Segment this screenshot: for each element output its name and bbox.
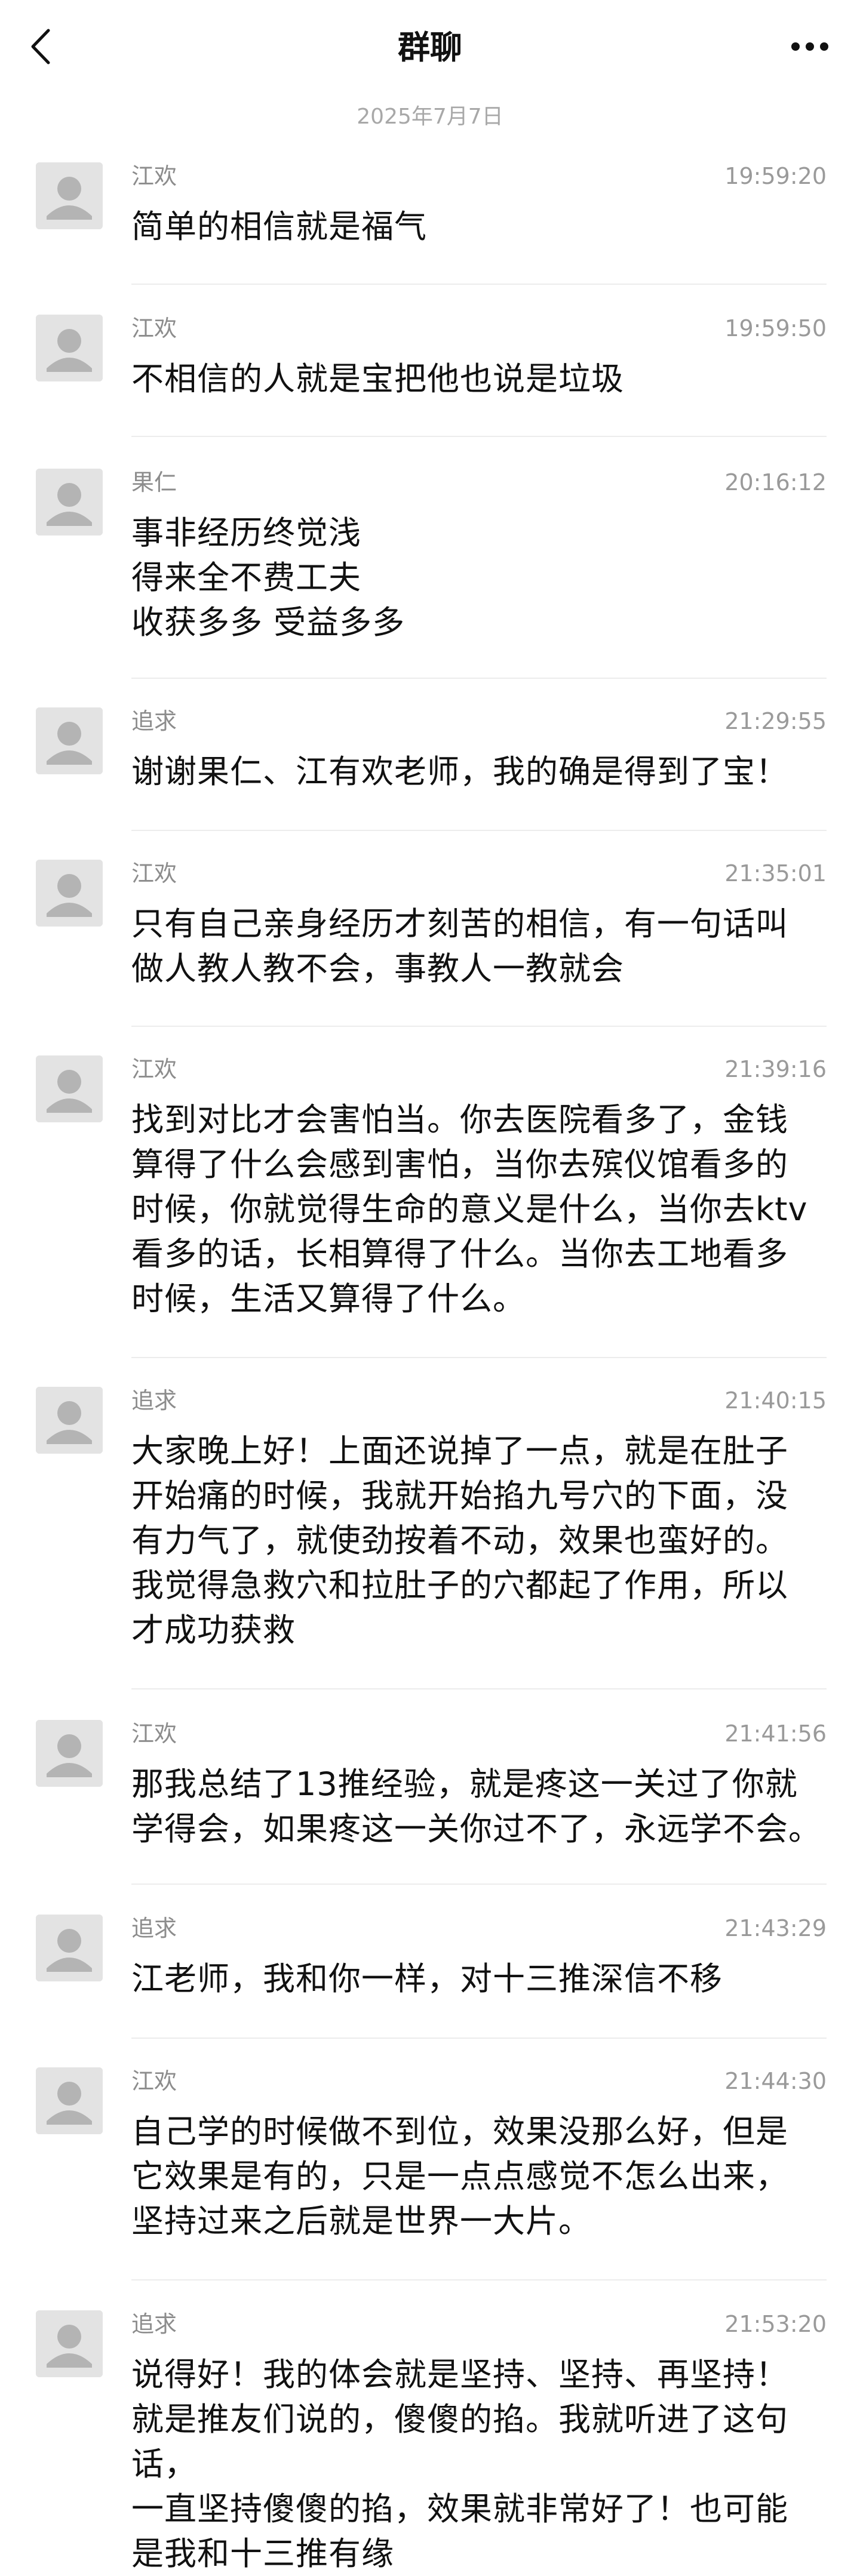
message-text: 那我总结了13推经验，就是疼这一关过了你就 学得会，如果疼这一关你过不了，永远学… — [131, 1765, 821, 1848]
avatar[interactable] — [36, 860, 103, 927]
avatar[interactable] — [36, 1720, 103, 1787]
message-time: 21:43:29 — [724, 1915, 827, 1941]
default-avatar-icon — [36, 469, 103, 535]
chevron-left-icon — [31, 29, 50, 64]
message-divider — [131, 1357, 827, 1358]
default-avatar-icon — [36, 1720, 103, 1787]
message-divider — [131, 284, 827, 285]
avatar[interactable] — [36, 2310, 103, 2377]
sender-name[interactable]: 追求 — [131, 707, 177, 735]
message-time: 21:29:55 — [724, 708, 827, 734]
message-text: 简单的相信就是福气 — [131, 208, 427, 245]
message-time: 21:40:15 — [724, 1387, 827, 1414]
sender-name[interactable]: 追求 — [131, 2310, 177, 2338]
default-avatar-icon — [36, 2067, 103, 2134]
avatar[interactable] — [36, 1387, 103, 1454]
message-text: 大家晚上好！上面还说掉了一点，就是在肚子 开始痛的时候，我就开始掐九号穴的下面，… — [131, 1432, 788, 1649]
avatar[interactable] — [36, 1055, 103, 1122]
message-divider — [131, 1026, 827, 1027]
message-time: 20:16:12 — [724, 469, 827, 495]
message-divider — [131, 830, 827, 831]
sender-name[interactable]: 江欢 — [131, 2067, 177, 2095]
message-divider — [131, 2038, 827, 2039]
default-avatar-icon — [36, 315, 103, 381]
message-text: 只有自己亲身经历才刻苦的相信，有一句话叫 做人教人教不会，事教人一教就会 — [131, 905, 788, 987]
message-divider — [131, 1883, 827, 1885]
date-separator: 2025年7月7日 — [357, 104, 503, 129]
default-avatar-icon — [36, 1387, 103, 1454]
avatar[interactable] — [36, 469, 103, 535]
avatar[interactable] — [36, 162, 103, 229]
message-text: 不相信的人就是宝把他也说是垃圾 — [131, 360, 624, 398]
sender-name[interactable]: 江欢 — [131, 315, 177, 342]
sender-name[interactable]: 江欢 — [131, 860, 177, 887]
message-time: 21:44:30 — [724, 2068, 827, 2094]
message-text: 谢谢果仁、江有欢老师，我的确是得到了宝！ — [131, 753, 788, 790]
page-title: 群聊 — [398, 29, 462, 66]
message-text: 事非经历终觉浅 得来全不费工夫 收获多多 受益多多 — [131, 514, 406, 641]
message-text: 找到对比才会害怕当。你去医院看多了，金钱 算得了什么会感到害怕，当你去殡仪馆看多… — [131, 1101, 808, 1318]
avatar[interactable] — [36, 2067, 103, 2134]
sender-name[interactable]: 江欢 — [131, 1720, 177, 1747]
message-divider — [131, 678, 827, 679]
sender-name[interactable]: 江欢 — [131, 1055, 177, 1083]
message-divider — [131, 1688, 827, 1689]
nav-bar: 群聊 — [0, 0, 860, 96]
message-time: 19:59:20 — [724, 163, 827, 189]
sender-name[interactable]: 追求 — [131, 1915, 177, 1942]
default-avatar-icon — [36, 1915, 103, 1981]
message-divider — [131, 436, 827, 437]
message-time: 21:53:20 — [724, 2311, 827, 2337]
more-button[interactable] — [781, 27, 838, 66]
avatar[interactable] — [36, 1915, 103, 1981]
message-time: 19:59:50 — [724, 315, 827, 341]
message-time: 21:35:01 — [724, 860, 827, 887]
sender-name[interactable]: 追求 — [131, 1387, 177, 1414]
sender-name[interactable]: 江欢 — [131, 162, 177, 190]
message-time: 21:41:56 — [724, 1721, 827, 1747]
message-divider — [131, 2279, 827, 2280]
avatar[interactable] — [36, 707, 103, 774]
avatar[interactable] — [36, 315, 103, 381]
back-button[interactable] — [26, 21, 55, 72]
message-text: 江老师，我和你一样，对十三推深信不移 — [131, 1960, 723, 1998]
default-avatar-icon — [36, 162, 103, 229]
default-avatar-icon — [36, 1055, 103, 1122]
message-time: 21:39:16 — [724, 1056, 827, 1082]
default-avatar-icon — [36, 860, 103, 927]
sender-name[interactable]: 果仁 — [131, 469, 177, 496]
message-text: 说得好！我的体会就是坚持、坚持、再坚持！ 就是推友们说的，傻傻的掐。我就听进了这… — [131, 2356, 788, 2572]
default-avatar-icon — [36, 707, 103, 774]
message-text: 自己学的时候做不到位，效果没那么好，但是 它效果是有的，只是一点点感觉不怎么出来… — [131, 2113, 788, 2240]
default-avatar-icon — [36, 2310, 103, 2377]
more-dots-icon — [791, 42, 828, 51]
